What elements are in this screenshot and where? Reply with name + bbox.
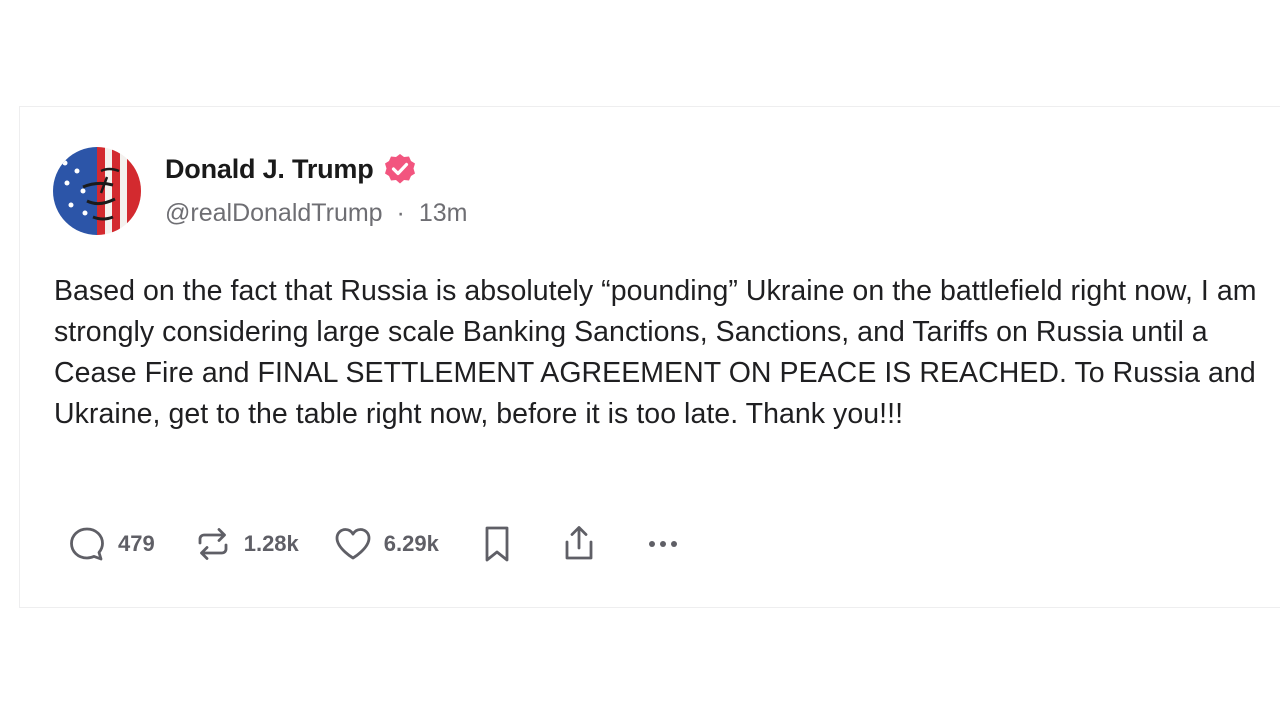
share-button[interactable] (559, 523, 599, 565)
reply-count: 479 (118, 531, 155, 556)
verified-icon (383, 152, 417, 186)
bookmark-icon (485, 526, 509, 562)
avatar-image (53, 147, 141, 235)
author-name-row: Donald J. Trump (165, 151, 417, 187)
repost-icon (198, 528, 228, 560)
action-bar: 479 1.28k 6.29k (66, 522, 683, 566)
author-handle-row: @realDonaldTrump · 13m (165, 199, 467, 228)
like-count: 6.29k (383, 531, 439, 556)
meta-separator: · (396, 199, 405, 227)
avatar[interactable] (53, 147, 141, 235)
reply-icon (70, 527, 104, 561)
post-body-text: Based on the fact that Russia is absolut… (54, 275, 1257, 430)
repost-button[interactable]: 1.28k (192, 523, 299, 565)
post-card: Donald J. Trump @realDonaldTrump · 13m B… (19, 106, 1280, 608)
reply-button[interactable]: 479 (66, 523, 155, 565)
author-display-name[interactable]: Donald J. Trump (165, 154, 374, 185)
like-icon (335, 528, 371, 560)
bookmark-button[interactable] (479, 523, 515, 565)
repost-count: 1.28k (243, 531, 299, 556)
author-handle[interactable]: @realDonaldTrump (165, 199, 383, 227)
share-icon (565, 526, 593, 560)
like-button[interactable]: 6.29k (332, 523, 439, 565)
more-icon (648, 541, 677, 547)
post-timestamp[interactable]: 13m (419, 199, 468, 227)
more-options-button[interactable] (643, 523, 683, 565)
